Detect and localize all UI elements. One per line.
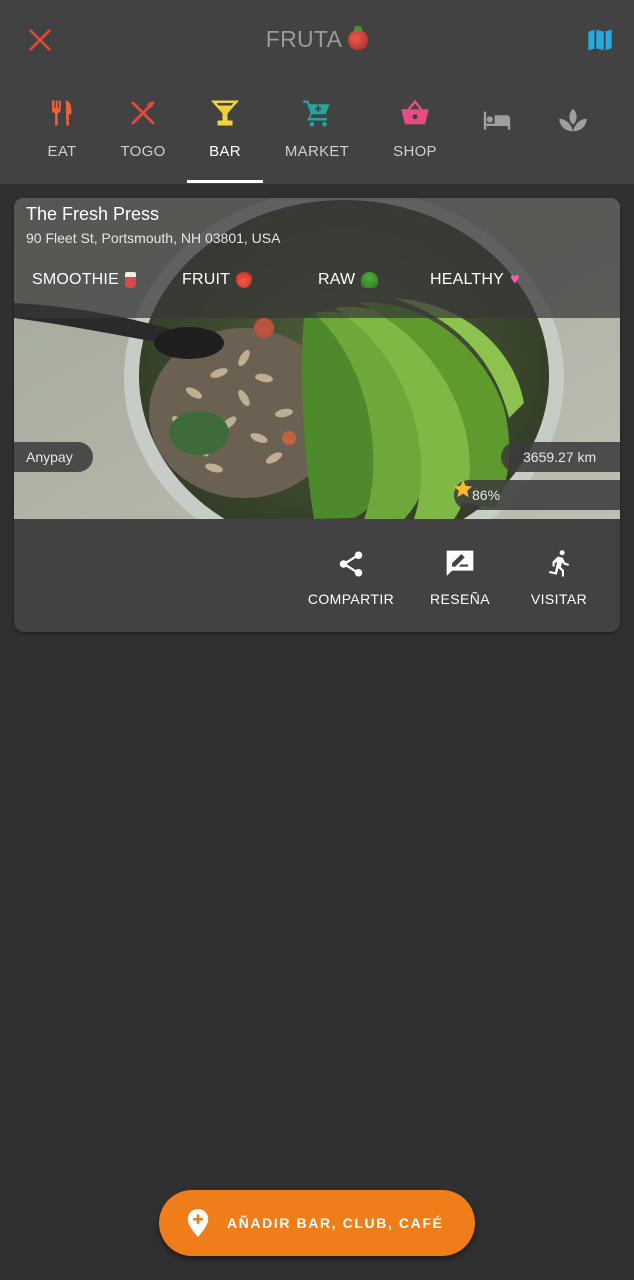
place-address: 90 Fleet St, Portsmouth, NH 03801, USA xyxy=(26,230,281,246)
distance-badge: 3659.27 km xyxy=(501,442,620,472)
active-tab-indicator xyxy=(187,180,263,183)
add-place-label: AÑADIR BAR, CLUB, CAFÉ xyxy=(227,1215,444,1231)
heart-emoji-icon: ♥ xyxy=(510,271,520,288)
add-location-icon xyxy=(187,1209,209,1237)
directions-run-icon xyxy=(549,550,569,577)
spa-icon xyxy=(559,108,587,132)
broccoli-emoji-icon xyxy=(361,272,379,288)
app-bar: FRUTA EAT TOGO BAR MARKET SHOP xyxy=(0,0,634,184)
star-half-icon xyxy=(454,480,472,498)
tab-togo[interactable]: TOGO xyxy=(113,92,173,184)
tab-eat[interactable]: EAT xyxy=(36,92,88,184)
cart-icon xyxy=(303,100,330,127)
page-title: FRUTA xyxy=(0,26,634,53)
place-card[interactable]: The Fresh Press 90 Fleet St, Portsmouth,… xyxy=(14,198,620,632)
share-icon xyxy=(339,551,363,577)
tag-healthy[interactable]: HEALTHY ♥ xyxy=(430,271,520,289)
card-actions: COMPARTIR RESEÑA VISITAR xyxy=(14,519,620,632)
map-button[interactable] xyxy=(582,22,618,58)
review-button[interactable]: RESEÑA xyxy=(426,547,494,607)
tab-label: TOGO xyxy=(120,143,166,160)
tab-shop[interactable]: SHOP xyxy=(389,92,441,184)
payment-badge: Anypay xyxy=(14,442,93,472)
strawberry-emoji-icon xyxy=(348,26,369,50)
bed-icon xyxy=(483,111,511,130)
visit-button[interactable]: VISITAR xyxy=(526,547,592,607)
place-name: The Fresh Press xyxy=(26,204,160,224)
tab-spa[interactable] xyxy=(550,92,596,184)
payment-label: Anypay xyxy=(26,449,73,465)
tab-label: SHOP xyxy=(393,143,437,160)
category-tabs: EAT TOGO BAR MARKET SHOP xyxy=(0,92,634,184)
cocktail-icon xyxy=(210,100,240,126)
tab-label: BAR xyxy=(209,143,241,160)
action-label: COMPARTIR xyxy=(307,591,395,607)
rate-review-icon xyxy=(446,550,474,576)
basket-icon xyxy=(401,99,429,125)
strawberry-emoji-icon xyxy=(236,272,253,288)
title-text: FRUTA xyxy=(265,26,343,52)
tab-lodging[interactable] xyxy=(474,92,520,184)
tab-label: EAT xyxy=(47,143,77,160)
fork-knife-icon xyxy=(52,100,72,126)
tab-market[interactable]: MARKET xyxy=(280,92,354,184)
tab-bar[interactable]: BAR xyxy=(199,92,251,184)
tag-label: FRUIT xyxy=(182,271,231,288)
fork-spoon-icon xyxy=(131,101,155,125)
tag-label: HEALTHY xyxy=(430,271,505,288)
tag-smoothie[interactable]: SMOOTHIE xyxy=(32,271,136,289)
tag-raw[interactable]: RAW xyxy=(318,271,379,289)
tag-fruit[interactable]: FRUIT xyxy=(182,271,253,289)
action-label: VISITAR xyxy=(530,591,588,607)
tag-label: RAW xyxy=(318,271,356,288)
rating-badge: 86% xyxy=(454,480,620,510)
place-photo: The Fresh Press 90 Fleet St, Portsmouth,… xyxy=(14,198,620,519)
add-place-button[interactable]: AÑADIR BAR, CLUB, CAFÉ xyxy=(159,1190,475,1256)
share-button[interactable]: COMPARTIR xyxy=(307,547,395,607)
tab-label: MARKET xyxy=(284,143,350,160)
distance-label: 3659.27 km xyxy=(523,449,597,465)
cup-with-straw-emoji-icon xyxy=(124,272,136,288)
rating-percent: 86% xyxy=(472,487,501,503)
map-icon xyxy=(588,29,612,51)
action-label: RESEÑA xyxy=(430,591,490,607)
tag-label: SMOOTHIE xyxy=(32,271,119,288)
